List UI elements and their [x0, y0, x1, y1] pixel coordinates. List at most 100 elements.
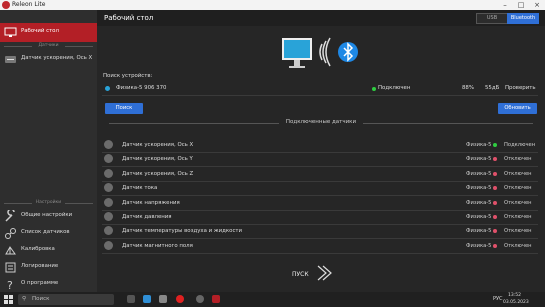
sensor-row[interactable]: Датчик ускорения, Ось X Физика-5 Подключен: [102, 138, 538, 153]
sensor-status: Отключен: [504, 156, 532, 163]
sidebar-item-label: Список датчиков: [21, 229, 70, 235]
device-icon: [105, 86, 110, 91]
sensor-status: Отключен: [504, 242, 532, 249]
connected-sensors-title: Подключенные датчики: [97, 119, 545, 125]
sidebar-item-desktop[interactable]: Рабочий стол: [0, 23, 97, 42]
settings-icon[interactable]: [196, 295, 204, 303]
taskbar: ⚲ Поиск РУС 13:52 03.05.2023: [0, 292, 545, 307]
status-dot: [493, 143, 497, 147]
sensor-row[interactable]: Датчик тока Физика-5 Отключен: [102, 181, 538, 197]
close-icon[interactable]: ×: [529, 0, 545, 10]
clock-time: 13:52: [508, 293, 521, 298]
sidebar-item-accel-x[interactable]: Датчик ускорения, Ось X: [0, 50, 97, 69]
sensor-status: Отключен: [504, 170, 532, 177]
start-button[interactable]: ПУСК: [290, 264, 350, 282]
sidebar-item-label: Общие настройки: [21, 212, 73, 218]
signal-waves-icon: [319, 37, 331, 67]
devices-section-title: Датчики: [0, 43, 97, 48]
sensor-device: Физика-5: [466, 185, 492, 192]
device-battery: 88%: [462, 85, 474, 91]
connected-status-dot: [372, 87, 376, 91]
sensor-device: Физика-5: [466, 242, 492, 249]
clock-date: 03.05.2023: [503, 300, 529, 305]
device-status: Подключен: [378, 85, 411, 91]
desktop-icon: [4, 27, 17, 37]
windows-start-icon[interactable]: [4, 295, 13, 304]
sensor-device: Физика-5: [466, 170, 492, 177]
taskbar-search[interactable]: ⚲ Поиск: [18, 294, 114, 305]
search-button[interactable]: Поиск: [105, 103, 143, 114]
sensor-device: Физика-5: [466, 142, 492, 148]
sensor-device: Физика-5: [466, 228, 492, 235]
status-dot: [493, 157, 497, 162]
sensor-row[interactable]: Датчик давления Физика-5 Отключен: [102, 210, 538, 225]
sensor-status: Отключен: [504, 214, 532, 220]
start-label: ПУСК: [292, 271, 309, 278]
sensor-row[interactable]: Датчик напряжения Физика-5 Отключен: [102, 196, 538, 211]
status-dot: [493, 243, 497, 248]
search-icon: ⚲: [22, 296, 27, 302]
app-icon[interactable]: [159, 295, 167, 303]
status-dot: [493, 186, 497, 191]
title-bar: Releon Lite – □ ×: [0, 0, 545, 10]
sidebar-item-label: Логирование: [21, 263, 59, 269]
chevron-right-icon: [317, 265, 332, 281]
status-dot: [493, 215, 497, 219]
page-header: Рабочий стол USB Bluetooth: [97, 10, 545, 26]
sensor-name: Датчик напряжения: [122, 199, 180, 206]
minimize-icon[interactable]: –: [497, 0, 513, 10]
sidebar: Рабочий стол Датчики Датчик ускорения, О…: [0, 10, 98, 292]
usb-toggle[interactable]: USB: [476, 13, 508, 24]
device-search-label: Поиск устройств:: [103, 73, 153, 79]
sensor-name: Датчик ускорения, Ось Z: [122, 170, 194, 177]
bluetooth-connection-illustration: [282, 37, 358, 68]
bluetooth-icon: [338, 42, 358, 62]
sensor-status: Отключен: [504, 228, 532, 235]
sensor-name: Датчик тока: [122, 185, 158, 192]
sensor-name: Датчик ускорения, Ось X: [122, 142, 194, 148]
accelerometer-icon: [104, 168, 113, 178]
sensor-row[interactable]: Датчик температуры воздуха и жидкости Физ…: [102, 224, 538, 240]
refresh-button[interactable]: Обновить: [498, 103, 537, 114]
bluetooth-toggle[interactable]: Bluetooth: [507, 13, 539, 24]
accelerometer-icon: [5, 56, 16, 63]
status-dot: [493, 171, 497, 176]
window-title: Releon Lite: [12, 1, 46, 8]
device-name: Физика-5 906 370: [116, 85, 167, 91]
question-icon: ?: [7, 279, 13, 291]
maximize-icon[interactable]: □: [513, 0, 529, 10]
found-device-row[interactable]: Физика-5 906 370 Подключен 88% 55дБ Пров…: [102, 82, 538, 96]
sidebar-item-label: Датчик ускорения, Ось X: [21, 55, 93, 61]
sidebar-item-label: Рабочий стол: [21, 28, 59, 34]
voltmeter-icon: [104, 197, 113, 207]
accelerometer-icon: [104, 140, 113, 149]
thermometer-icon: [104, 226, 113, 236]
sidebar-item-label: Калибровка: [21, 246, 55, 252]
accelerometer-icon: [104, 154, 113, 164]
sensors-list-icon: [5, 228, 16, 239]
svg-text:?: ?: [7, 279, 13, 291]
sensor-name: Датчик давления: [122, 214, 172, 220]
sensor-row[interactable]: Датчик ускорения, Ось Z Физика-5 Отключен: [102, 167, 538, 182]
calibration-icon: [5, 246, 16, 255]
device-signal: 55дБ: [485, 85, 500, 91]
sensor-device: Физика-5: [466, 156, 492, 163]
magnet-icon: [104, 240, 113, 250]
sensor-status: Отключен: [504, 185, 532, 192]
status-dot: [493, 200, 497, 205]
sensor-name: Датчик ускорения, Ось Y: [122, 156, 193, 163]
sensor-status: Подключен: [504, 142, 536, 148]
task-view-icon[interactable]: [127, 295, 135, 303]
pressure-icon: [104, 212, 113, 221]
sensor-row[interactable]: Датчик ускорения, Ось Y Физика-5 Отключен: [102, 152, 538, 168]
sidebar-item-label: О программе: [21, 280, 59, 286]
ammeter-icon: [104, 183, 113, 193]
yandex-icon[interactable]: [176, 295, 184, 303]
sensor-device: Физика-5: [466, 199, 492, 206]
language-indicator[interactable]: РУС: [493, 296, 503, 302]
edge-icon[interactable]: [143, 295, 151, 303]
wrench-icon: [5, 210, 15, 222]
releon-taskbar-icon[interactable]: [212, 295, 220, 303]
sensor-row[interactable]: Датчик магнитного поля Физика-5 Отключен: [102, 239, 538, 254]
check-device-link[interactable]: Проверить: [505, 85, 536, 91]
